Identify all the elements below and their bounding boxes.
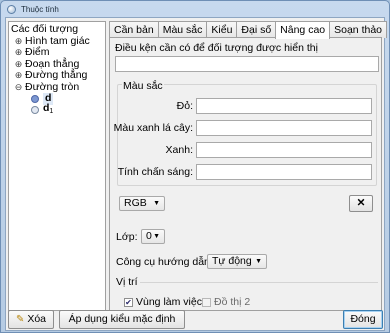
tree-group[interactable]: ⊕ Đường thẳng: [11, 69, 103, 82]
tree-item-d[interactable]: d: [11, 92, 103, 105]
condition-label: Điều kện cần có để đối tượng được hiển t…: [115, 42, 318, 54]
red-label: Đỏ:: [176, 100, 193, 112]
eraser-icon: ✎: [16, 314, 25, 325]
expand-icon[interactable]: ⊕: [14, 36, 23, 48]
object-tree[interactable]: Các đối tượng ⊕ Hình tam giác ⊕ Điểm ⊕ Đ…: [8, 21, 106, 311]
red-input[interactable]: [196, 98, 372, 114]
point-icon: [31, 106, 39, 115]
tab-algebra[interactable]: Đại số: [236, 21, 277, 38]
chevron-down-icon: ▼: [255, 258, 262, 265]
color-mode-select[interactable]: RGB ▼: [119, 196, 165, 211]
app-icon: [7, 4, 16, 14]
blue-input[interactable]: [196, 142, 372, 158]
condition-input[interactable]: [115, 56, 379, 72]
delete-button[interactable]: ✎ Xóa: [8, 310, 54, 329]
green-input[interactable]: [196, 120, 372, 136]
point-icon: [31, 94, 39, 103]
collapse-icon[interactable]: ⊖: [14, 82, 23, 94]
tab-strip: Cần bản Màu sắc Kiểu Đại số Nâng cao Soạ…: [109, 21, 388, 39]
apply-default-style-button[interactable]: Áp dụng kiểu mặc định: [59, 310, 185, 329]
layer-select[interactable]: 0 ▼: [141, 229, 165, 244]
tab-basic[interactable]: Cần bản: [109, 21, 159, 38]
graphics2-label: Đồ thị 2: [214, 296, 251, 308]
properties-window: Thuộc tính Các đối tượng ⊕ Hình tam giác…: [0, 0, 390, 333]
chevron-down-icon: ▼: [153, 200, 160, 207]
clear-button[interactable]: ✕: [349, 195, 373, 212]
tab-color[interactable]: Màu sắc: [157, 21, 208, 38]
tree-item-d1[interactable]: d1: [11, 102, 103, 117]
tree-root[interactable]: Các đối tượng: [11, 23, 103, 36]
graphics-checkbox[interactable]: ✔: [124, 298, 133, 307]
tooltip-select[interactable]: Tự động ▼: [207, 254, 267, 269]
graphics-label: Vùng làm việc: [136, 296, 202, 308]
green-label: Màu xanh lá cây:: [113, 122, 193, 134]
opacity-input[interactable]: [196, 164, 372, 180]
position-divider: [140, 282, 378, 283]
tab-advanced[interactable]: Nâng cao: [275, 21, 331, 39]
title-bar[interactable]: Thuộc tính: [1, 1, 389, 17]
tree-group[interactable]: ⊖ Đường tròn: [11, 81, 103, 94]
close-button[interactable]: Đóng: [343, 310, 383, 329]
dialog-body: Các đối tượng ⊕ Hình tam giác ⊕ Điểm ⊕ Đ…: [5, 17, 388, 331]
tab-scripting[interactable]: Soạn thảo: [329, 21, 388, 38]
tree-group[interactable]: ⊕ Điểm: [11, 46, 103, 59]
tab-style[interactable]: Kiểu: [206, 21, 238, 38]
blue-label: Xanh:: [165, 144, 193, 156]
window-title: Thuộc tính: [21, 4, 59, 14]
position-label: Vị trí: [116, 276, 138, 288]
expand-icon[interactable]: ⊕: [14, 47, 23, 59]
expand-icon[interactable]: ⊕: [14, 59, 23, 71]
chevron-down-icon: ▼: [153, 233, 160, 240]
graphics2-checkbox[interactable]: [202, 298, 211, 307]
opacity-label: Tính chấn sáng:: [117, 166, 193, 178]
advanced-panel: Điều kện cần có để đối tượng được hiển t…: [109, 37, 382, 311]
color-section-title: Màu sắc: [122, 80, 164, 92]
layer-label: Lớp:: [116, 231, 138, 243]
tooltip-label: Công cụ hướng dẫn:: [116, 256, 213, 268]
expand-icon[interactable]: ⊕: [14, 70, 23, 82]
